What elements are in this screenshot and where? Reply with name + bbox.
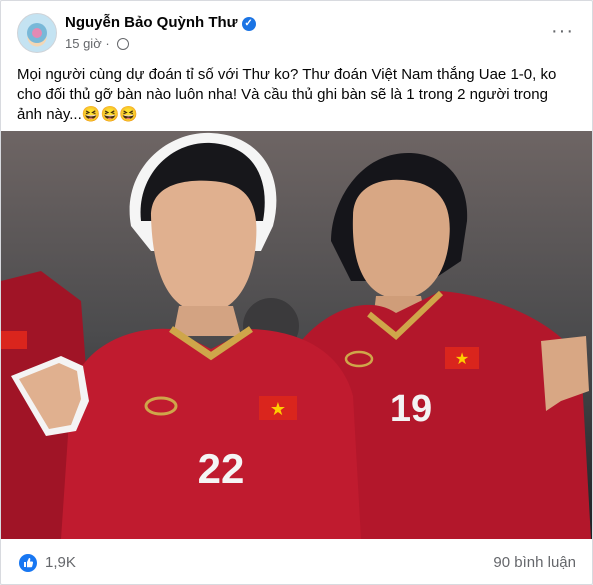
verified-badge-icon: ✓ bbox=[241, 17, 256, 31]
post-timestamp[interactable]: 15 giờ bbox=[65, 36, 102, 51]
like-thumb-glyph bbox=[24, 558, 34, 568]
svg-text:★: ★ bbox=[270, 399, 286, 420]
post-photo-art: ★ 19 ★ 22 bbox=[1, 131, 592, 539]
post-photo[interactable]: ★ 19 ★ 22 bbox=[1, 131, 592, 539]
player-left-number: 22 bbox=[198, 445, 245, 492]
reaction-count[interactable]: 1,9K bbox=[45, 554, 76, 571]
avatar-accent bbox=[32, 28, 42, 38]
author-name[interactable]: Nguyễn Bảo Quỳnh Thư ✓ bbox=[65, 14, 256, 31]
like-icon[interactable] bbox=[19, 554, 37, 572]
post-card: Nguyễn Bảo Quỳnh Thư ✓ 15 giờ · ··· Mọi n… bbox=[0, 0, 593, 585]
more-options-icon[interactable]: ··· bbox=[551, 21, 574, 41]
comment-count[interactable]: 90 bình luận bbox=[493, 554, 576, 571]
post-header: Nguyễn Bảo Quỳnh Thư ✓ 15 giờ · ··· bbox=[1, 1, 592, 63]
svg-text:★: ★ bbox=[455, 349, 469, 368]
globe-icon bbox=[117, 38, 130, 50]
post-meta: 15 giờ · bbox=[65, 36, 130, 51]
post-text: Mọi người cùng dự đoán tỉ số với Thư ko?… bbox=[17, 66, 557, 123]
post-footer: 1,9K 90 bình luận bbox=[1, 539, 592, 584]
author-name-text[interactable]: Nguyễn Bảo Quỳnh Thư bbox=[65, 14, 238, 31]
player-right-number: 19 bbox=[390, 388, 432, 430]
author-avatar[interactable] bbox=[17, 13, 57, 53]
